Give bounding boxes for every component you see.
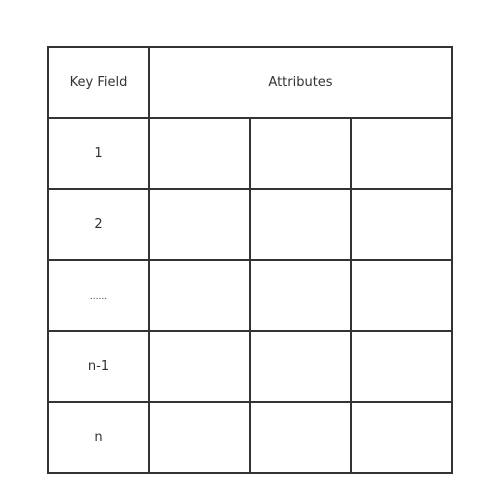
attribute-cell — [148, 401, 251, 474]
table-header-row: Key Field Attributes — [47, 46, 453, 119]
key-cell-label: n — [94, 430, 103, 445]
key-cell-label: n-1 — [87, 359, 110, 374]
attribute-cell — [249, 117, 352, 190]
key-cell-label: 1 — [94, 146, 103, 161]
key-cell: n-1 — [47, 330, 150, 403]
attributes-header: Attributes — [148, 46, 453, 119]
table-row: ...... — [47, 259, 453, 332]
table-row: n — [47, 401, 453, 474]
attributes-header-label: Attributes — [268, 75, 333, 90]
key-cell: n — [47, 401, 150, 474]
attribute-cell — [249, 259, 352, 332]
key-cell-label: ...... — [89, 292, 108, 302]
attribute-cell — [249, 188, 352, 261]
attribute-cell — [350, 117, 453, 190]
attribute-cell — [350, 259, 453, 332]
key-cell: ...... — [47, 259, 150, 332]
key-cell: 2 — [47, 188, 150, 261]
attribute-cell — [148, 259, 251, 332]
attribute-cell — [148, 188, 251, 261]
attribute-cell — [249, 330, 352, 403]
key-cell: 1 — [47, 117, 150, 190]
attribute-cell — [148, 330, 251, 403]
table-row: 1 — [47, 117, 453, 190]
attribute-cell — [350, 188, 453, 261]
attribute-cell — [350, 330, 453, 403]
key-field-header-label: Key Field — [69, 75, 128, 90]
attribute-cell — [148, 117, 251, 190]
key-attribute-table: Key Field Attributes 1 2 ...... n-1 n — [47, 46, 453, 474]
attribute-cell — [350, 401, 453, 474]
attribute-cell — [249, 401, 352, 474]
table-row: 2 — [47, 188, 453, 261]
key-cell-label: 2 — [94, 217, 103, 232]
table-row: n-1 — [47, 330, 453, 403]
key-field-header: Key Field — [47, 46, 150, 119]
